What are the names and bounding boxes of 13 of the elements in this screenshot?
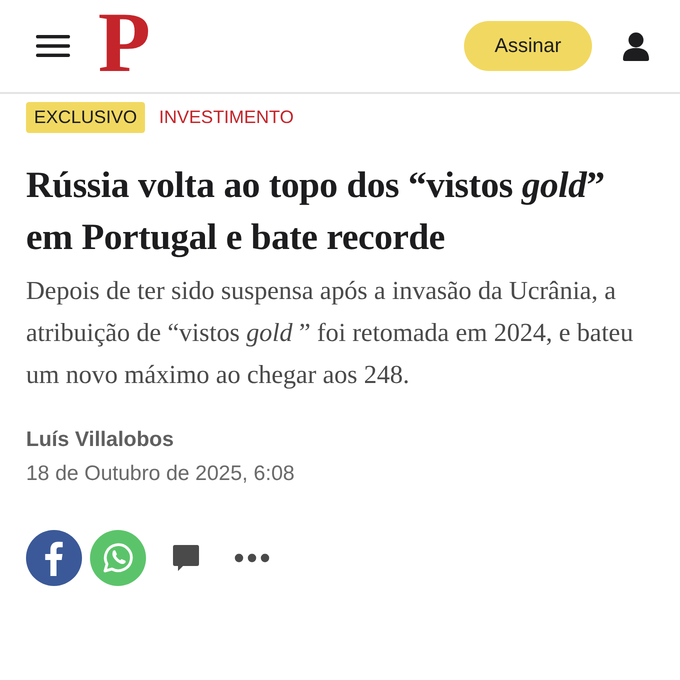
subscribe-button[interactable]: Assinar (464, 21, 592, 71)
author-name[interactable]: Luís Villalobos (26, 428, 654, 452)
comment-icon[interactable] (172, 544, 200, 572)
section-link[interactable]: INVESTIMENTO (159, 106, 294, 128)
logo[interactable]: P (98, 0, 151, 85)
exclusive-tag: EXCLUSIVO (26, 102, 146, 132)
menu-icon[interactable] (36, 34, 70, 58)
headline: Rússia volta ao topo dos “vistos gold” em Portugal e bate recorde (26, 164, 606, 260)
facebook-share-icon[interactable] (26, 530, 82, 586)
more-options-icon[interactable] (234, 553, 270, 563)
user-icon[interactable] (622, 31, 650, 61)
summary: Depois de ter sido suspensa após a invasão da Ucrânia, a atribuição de “vistos gold ” foi retomada em 2024, e bateu um novo máximo ao chegar aos 248. (26, 275, 634, 391)
publish-date: 18 de Outubro de 2025, 6:08 (26, 462, 296, 486)
